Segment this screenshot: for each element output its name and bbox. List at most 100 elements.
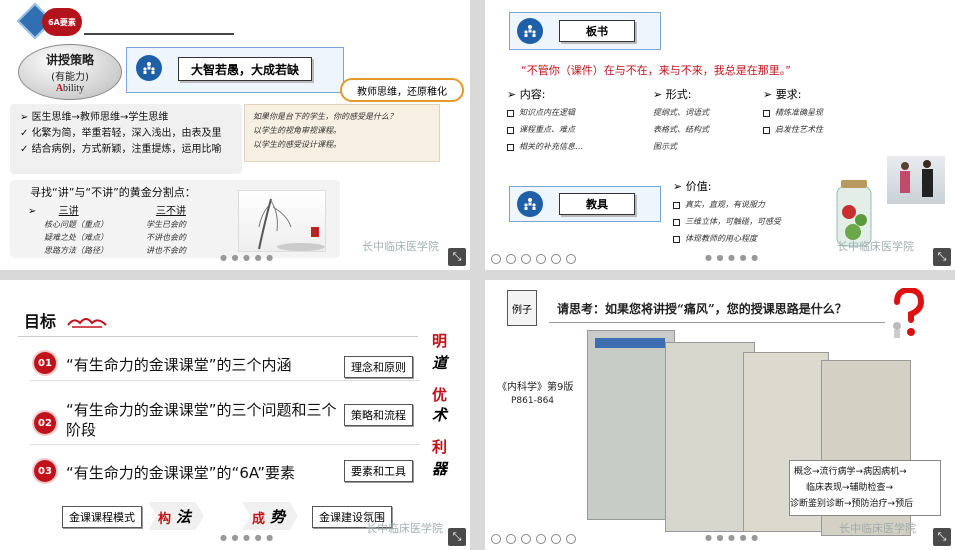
fullscreen-icon[interactable]: ⤡ <box>448 248 466 266</box>
motto-box: 大智若愚，大成若缺 <box>178 57 312 81</box>
flow-line: 诊断鉴别诊断→预防治疗→预后 <box>790 499 914 509</box>
goal-text: “有生命力的金课课堂”的“6A”要素 <box>66 464 296 482</box>
speak-list: 核心问题（重点） 疑难之处（难点） 思路方法（路径） <box>44 218 108 257</box>
value-item: 体现教师的用心程度 <box>673 230 781 247</box>
fullscreen-icon[interactable]: ⤡ <box>933 248 951 266</box>
next-icon[interactable] <box>506 254 516 264</box>
page-dots: ● ● ● ● ● <box>220 533 275 542</box>
six-a-badge: 6A要素 <box>42 8 82 36</box>
req-item: 精炼准确呈现 <box>763 104 823 121</box>
fullscreen-icon[interactable]: ⤡ <box>448 528 466 546</box>
goal-number-badge: 03 <box>34 460 56 482</box>
goal-title: 目标 <box>24 312 57 331</box>
req-item: 启发性艺术性 <box>763 121 823 138</box>
pen-icon[interactable] <box>521 254 531 264</box>
nospeak-list: 学生已会的 不讲也会的 讲也不会的 <box>146 218 186 257</box>
req-item-text: 精炼准确呈现 <box>775 108 823 117</box>
checkbox-icon <box>507 126 514 134</box>
side-char: 术 <box>432 406 448 424</box>
value-head-text: 价值: <box>685 180 712 193</box>
value-item: 三维立体，可触碰，可感受 <box>673 213 781 230</box>
book-title: 《内科学》第9版 <box>497 382 574 393</box>
value-column: ➢ 价值: 真实，直观，有说服力 三维立体，可触碰，可感受 体现教师的用心程度 <box>673 178 781 247</box>
nospeak-item: 讲也不会的 <box>146 246 186 255</box>
content-item-text: 知识点内在逻辑 <box>519 108 575 117</box>
fullscreen-icon[interactable]: ⤡ <box>933 528 951 546</box>
goal-text: “有生命力的金课课堂”的三个问题和三个阶段 <box>66 401 337 439</box>
slide-goals: 目标 01 “有生命力的金课课堂”的三个内涵 理念和原则 02 “有生命力的金课… <box>0 280 470 550</box>
side-char: 器 <box>432 460 448 478</box>
six-a-label: 6A要素 <box>48 17 76 27</box>
bullet-text: 医生思维→教师思维→学生思维 <box>31 112 169 123</box>
content-column: ➢ 内容: 知识点内在逻辑 课程重点、难点 相关的补充信息… <box>507 86 583 155</box>
book-pages: P861-864 <box>511 396 555 406</box>
bullet-panel: ➢ 医生思维→教师思维→学生思维 ✓ 化繁为简，举重若轻，深入浅出，由表及里 ✓… <box>10 104 242 174</box>
player-toolbar <box>491 534 576 544</box>
tool-label-box: 教具 <box>559 193 635 215</box>
example-scroll: 例子 <box>507 290 537 326</box>
content-item: 知识点内在逻辑 <box>507 104 583 121</box>
grid-icon[interactable] <box>536 254 546 264</box>
example-label: 例子 <box>512 304 532 316</box>
question-text: 请思考：如果您将讲授“痛风”，您的授课思路是什么？ <box>557 302 847 316</box>
slide-board-tools: 板书 “不管你（课件）在与不在，来与不来，我总是在那里。” ➢ 内容: 知识点内… <box>485 0 955 270</box>
goal-tag: 理念和原则 <box>344 356 413 378</box>
value-head: ➢ 价值: <box>673 180 712 193</box>
textbook-page-image <box>587 330 675 520</box>
page-dots: ● ● ● ● ● <box>705 253 760 262</box>
content-head-text: 内容: <box>519 88 546 101</box>
checkbox-icon <box>673 218 680 226</box>
form-item: 表格式、结构式 <box>653 125 709 134</box>
zoom-icon[interactable] <box>551 254 561 264</box>
watermark-text: 长中临床医学院 <box>362 240 439 253</box>
checkbox-icon <box>507 143 514 151</box>
more-icon[interactable] <box>566 534 576 544</box>
callout-bubble: 教师思维，还原稚化 <box>340 78 464 102</box>
bottom-char: 构 <box>158 512 172 527</box>
next-icon[interactable] <box>506 534 516 544</box>
mode-box: 金课课程模式 <box>62 506 142 528</box>
people-icon <box>136 55 162 81</box>
bullet-text: 结合病例，方式新颖，注重提炼，运用比喻 <box>31 144 222 155</box>
req-column: ➢ 要求: 精炼准确呈现 启发性艺术性 <box>763 86 823 138</box>
nospeak-item: 不讲也会的 <box>146 233 186 242</box>
prev-icon[interactable] <box>491 534 501 544</box>
value-item: 真实，直观，有说服力 <box>673 196 781 213</box>
strategy-eng-rest: bility <box>63 83 85 94</box>
col-speak-head: ➢ 三讲 <box>28 206 79 217</box>
side-char: 优 <box>432 386 448 404</box>
col-speak-label: 三讲 <box>58 206 79 217</box>
side-char: 利 <box>432 438 448 456</box>
goal-number-badge: 02 <box>34 412 56 434</box>
content-item: 课程重点、难点 <box>507 121 583 138</box>
speak-item: 核心问题（重点） <box>44 220 108 229</box>
side-char: 明 <box>432 332 448 350</box>
tool-label: 教具 <box>586 198 608 211</box>
content-item-text: 相关的补充信息… <box>519 142 583 151</box>
people-icon <box>517 191 543 217</box>
callout-text: 教师思维，还原稚化 <box>357 86 447 98</box>
form-item: 图示式 <box>653 142 677 151</box>
note-line: 以学生的视角审视课程。 <box>253 126 341 135</box>
watermark-text: 长中临床医学院 <box>839 522 916 535</box>
bottom-char: 成 <box>252 512 266 527</box>
textbook-page-image <box>665 342 755 532</box>
pen-icon[interactable] <box>521 534 531 544</box>
prev-icon[interactable] <box>491 254 501 264</box>
form-column: ➢ 形式: 提纲式、词语式 表格式、结构式 图示式 <box>653 86 709 155</box>
slide-gout-example: 例子 请思考：如果您将讲授“痛风”，您的授课思路是什么？ 《内科学》第9版 P8… <box>485 280 955 550</box>
content-item: 相关的补充信息… <box>507 138 583 155</box>
grid-icon[interactable] <box>536 534 546 544</box>
board-quote: “不管你（课件）在与不在，来与不来，我总是在那里。” <box>521 64 791 77</box>
cloud-ornament-icon <box>66 314 108 333</box>
title-divider <box>18 336 418 337</box>
bullet-item: ✓ 结合病例，方式新颖，注重提炼，运用比喻 <box>20 144 222 155</box>
player-toolbar <box>491 254 576 264</box>
strategy-title: 讲授策略 <box>45 53 94 67</box>
question-underline <box>549 322 885 323</box>
more-icon[interactable] <box>566 254 576 264</box>
zoom-icon[interactable] <box>551 534 561 544</box>
bottom-char: 法 <box>176 508 192 526</box>
watermark-text: 长中临床医学院 <box>837 240 914 253</box>
board-label: 板书 <box>586 25 608 38</box>
